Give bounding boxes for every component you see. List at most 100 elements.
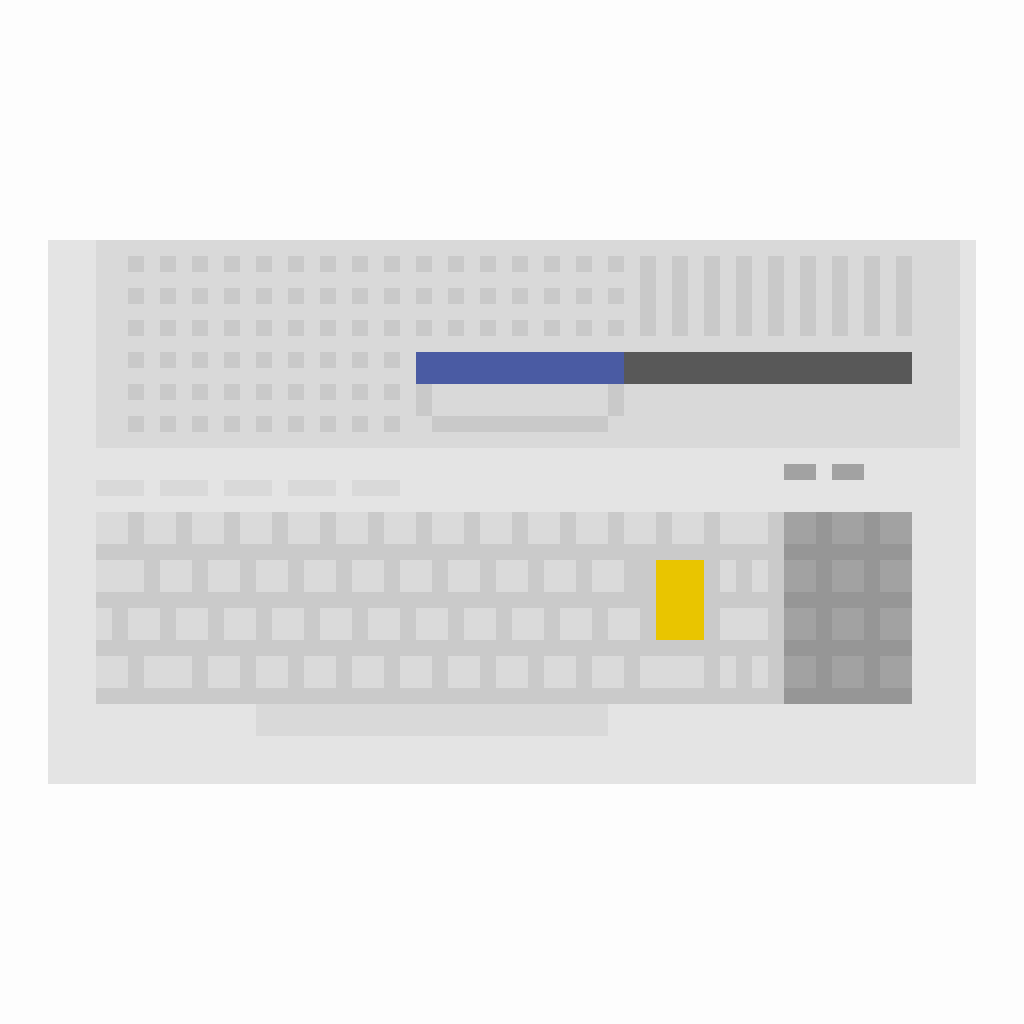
- vent-slot: [672, 256, 688, 336]
- grille-dot: [224, 256, 240, 272]
- key: [432, 512, 464, 544]
- key: [256, 656, 288, 688]
- grille-dot: [480, 320, 496, 336]
- drive-recess-bottom: [432, 416, 608, 432]
- return-key: [656, 560, 704, 640]
- grille-dot: [352, 384, 368, 400]
- grille-dot: [320, 320, 336, 336]
- key: [256, 560, 288, 592]
- vent-slot: [704, 256, 720, 336]
- key: [272, 608, 304, 640]
- numpad-key: [832, 656, 864, 688]
- vent-slot: [640, 256, 656, 336]
- key: [528, 512, 560, 544]
- key: [576, 512, 608, 544]
- vent-slot: [800, 256, 816, 336]
- function-key: [224, 480, 272, 496]
- grille-dot: [288, 416, 304, 432]
- grille-dot: [352, 256, 368, 272]
- grille-dot: [288, 352, 304, 368]
- grille-dot: [512, 256, 528, 272]
- keyboard-illustration: [0, 0, 1024, 1024]
- key: [448, 656, 480, 688]
- function-key: [96, 480, 144, 496]
- key: [400, 560, 432, 592]
- numpad-key: [784, 560, 816, 592]
- drive-slot-dark: [624, 352, 912, 384]
- numpad-key: [784, 656, 816, 688]
- function-key: [160, 480, 208, 496]
- grille-dot: [608, 288, 624, 304]
- key: [160, 560, 192, 592]
- key: [592, 560, 624, 592]
- grille-dot: [384, 320, 400, 336]
- grille-dot: [160, 416, 176, 432]
- function-key: [352, 480, 400, 496]
- grille-dot: [352, 416, 368, 432]
- grille-dot: [384, 416, 400, 432]
- grille-dot: [160, 352, 176, 368]
- grille-dot: [544, 288, 560, 304]
- indicator-light: [832, 464, 864, 480]
- key: [320, 608, 352, 640]
- indicator-light: [784, 464, 816, 480]
- drive-recess-right: [608, 384, 624, 416]
- numpad-key: [832, 512, 864, 544]
- grille-dot: [416, 320, 432, 336]
- numpad-key: [784, 512, 816, 544]
- key: [512, 608, 544, 640]
- grille-dot: [256, 352, 272, 368]
- numpad-key: [832, 608, 864, 640]
- grille-dot: [128, 320, 144, 336]
- grille-dot: [448, 288, 464, 304]
- vent-slot: [768, 256, 784, 336]
- grille-dot: [224, 320, 240, 336]
- grille-dot: [256, 288, 272, 304]
- grille-dot: [320, 416, 336, 432]
- key: [208, 560, 240, 592]
- grille-dot: [224, 416, 240, 432]
- key: [336, 512, 368, 544]
- grille-dot: [512, 288, 528, 304]
- key: [352, 560, 384, 592]
- key: [496, 656, 528, 688]
- numpad-key: [784, 608, 816, 640]
- grille-dot: [224, 288, 240, 304]
- key: [640, 656, 704, 688]
- numpad-key: [832, 560, 864, 592]
- vent-slots: [640, 256, 912, 336]
- key: [752, 560, 768, 592]
- key: [720, 512, 768, 544]
- key: [224, 608, 256, 640]
- key: [192, 512, 224, 544]
- vent-slot: [896, 256, 912, 336]
- grille-dot: [576, 320, 592, 336]
- key: [304, 656, 336, 688]
- numpad-key: [880, 608, 912, 640]
- grille-dot: [256, 256, 272, 272]
- key: [240, 512, 272, 544]
- drive-recess-left: [416, 384, 432, 416]
- grille-dot: [128, 352, 144, 368]
- grille-dot: [576, 256, 592, 272]
- key: [560, 608, 592, 640]
- grille-dot: [192, 256, 208, 272]
- grille-dot: [480, 288, 496, 304]
- key: [96, 608, 112, 640]
- grille-dot: [128, 384, 144, 400]
- grille-dot: [480, 256, 496, 272]
- drive-slot-blue: [416, 352, 624, 384]
- key: [480, 512, 512, 544]
- key: [128, 608, 160, 640]
- grille-dot: [448, 256, 464, 272]
- grille-dot: [192, 352, 208, 368]
- grille-dot: [320, 384, 336, 400]
- grille-dot: [128, 416, 144, 432]
- key: [544, 656, 576, 688]
- grille-dot: [608, 320, 624, 336]
- grille-dot: [320, 256, 336, 272]
- grille-dot: [256, 320, 272, 336]
- grille-dot: [608, 256, 624, 272]
- key: [608, 608, 640, 640]
- numpad-key: [880, 656, 912, 688]
